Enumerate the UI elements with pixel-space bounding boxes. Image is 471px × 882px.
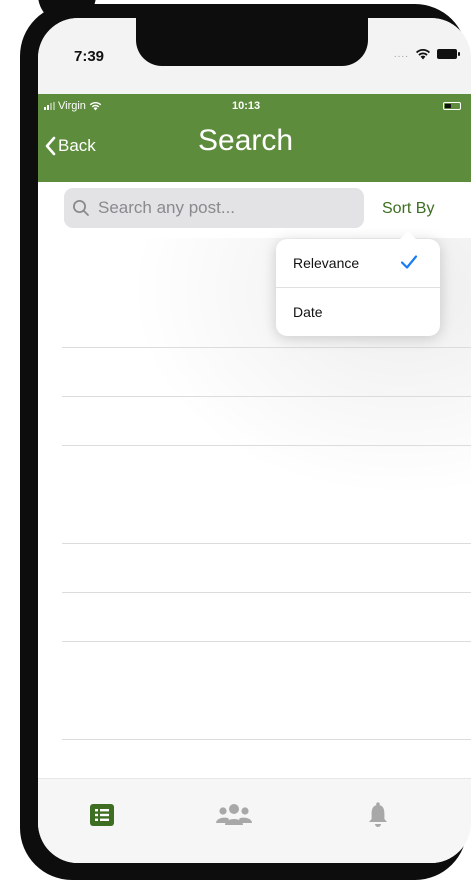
groups-icon	[216, 804, 252, 825]
tab-groups[interactable]	[214, 797, 254, 833]
list-divider	[62, 347, 471, 348]
tab-notifications[interactable]	[358, 797, 398, 833]
page-title: Search	[198, 124, 294, 157]
device-status-bar: 7:39 ....	[38, 18, 471, 94]
notch	[136, 18, 368, 66]
tab-bar	[38, 778, 471, 863]
sort-option-label: Relevance	[293, 255, 360, 271]
app-time: 10:13	[232, 100, 261, 112]
sort-option-date[interactable]: Date	[276, 288, 440, 336]
signal-dots: ....	[393, 48, 409, 60]
battery-icon	[443, 102, 461, 110]
device-status-icons: ....	[393, 48, 460, 60]
phone-screen: 7:39 .... Virgin 10:13 Back Search Searc…	[38, 18, 471, 863]
list-divider	[62, 592, 471, 593]
list-divider	[62, 739, 471, 740]
device-time: 7:39	[74, 48, 105, 65]
app-status-bar: Virgin 10:13	[38, 98, 471, 116]
search-icon	[73, 200, 89, 216]
sort-by-button[interactable]: Sort By	[382, 200, 434, 218]
search-bar[interactable]	[64, 188, 364, 228]
list-divider	[62, 445, 471, 446]
back-label: Back	[58, 136, 96, 155]
wifi-icon	[89, 101, 102, 111]
tab-posts[interactable]	[82, 797, 122, 833]
sort-option-label: Date	[293, 304, 323, 320]
wifi-icon	[416, 49, 430, 60]
battery-icon	[437, 49, 460, 59]
search-input[interactable]	[96, 197, 360, 219]
carrier-name: Virgin	[58, 100, 86, 112]
bell-icon	[369, 802, 387, 827]
list-divider	[62, 396, 471, 397]
checkmark-icon	[400, 255, 418, 269]
list-icon	[90, 804, 114, 826]
chevron-left-icon	[45, 136, 56, 156]
sort-menu: Relevance Date	[276, 231, 440, 336]
signal-icon	[44, 102, 55, 110]
app-header: Virgin 10:13 Back Search	[38, 94, 471, 182]
back-button[interactable]: Back	[44, 136, 96, 156]
carrier-info: Virgin	[44, 100, 102, 112]
list-divider	[62, 641, 471, 642]
list-divider	[62, 543, 471, 544]
sort-option-relevance[interactable]: Relevance	[276, 239, 440, 287]
